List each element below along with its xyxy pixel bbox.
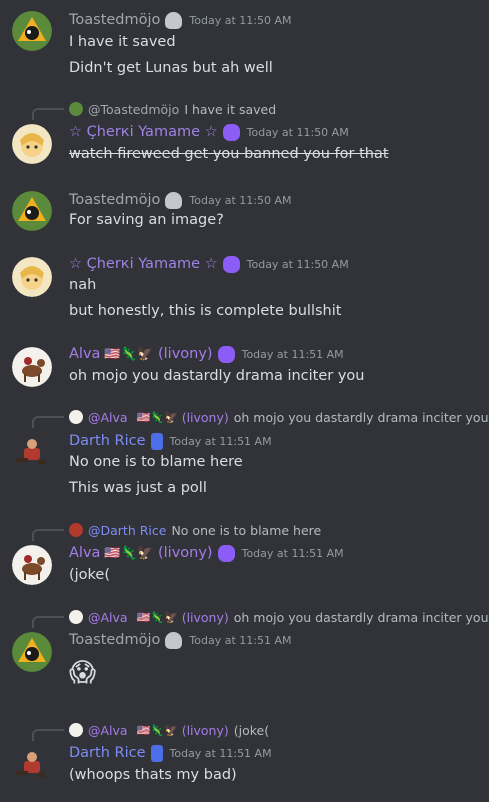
message-text: oh mojo you dastardly drama inciter you <box>69 368 365 384</box>
reply-avatar <box>69 523 83 537</box>
message-text: No one is to blame here <box>69 454 243 470</box>
avatar-darth-rice[interactable] <box>12 747 52 787</box>
flags-emoji: 🇺🇸🦎🦅 <box>136 723 178 737</box>
role-icon <box>222 123 240 141</box>
message-text: For saving an image? <box>69 212 224 228</box>
reply-avatar <box>69 102 83 116</box>
role-icon <box>165 631 183 649</box>
message-text: watch fireweed get you banned you for th… <box>69 146 389 162</box>
role-icon <box>165 191 183 209</box>
timestamp[interactable]: Today at 11:50 AM <box>247 258 349 271</box>
reply-text[interactable]: No one is to blame here <box>171 523 321 538</box>
username[interactable]: Darth Rice <box>69 433 146 449</box>
role-icon <box>150 432 163 450</box>
avatar-cherki[interactable] <box>12 124 52 164</box>
avatar-alva[interactable] <box>12 347 52 387</box>
message-text: This was just a poll <box>69 480 207 496</box>
timestamp[interactable]: Today at 11:51 AM <box>189 634 291 647</box>
reply-text[interactable]: oh mojo you dastardly drama inciter you <box>234 610 489 625</box>
username[interactable]: Darth Rice <box>69 745 146 761</box>
reply-spine <box>32 729 64 741</box>
message-text: I have it saved <box>69 34 176 50</box>
message-text: (whoops thats my bad) <box>69 767 237 783</box>
timestamp[interactable]: Today at 11:50 AM <box>247 126 349 139</box>
reply-preview[interactable]: @Darth Rice No one is to blame here <box>69 521 321 539</box>
reply-author-suffix[interactable]: (livony) <box>182 410 229 425</box>
username[interactable]: Toastedmöjo <box>69 192 160 208</box>
flags-emoji: 🇺🇸🦎🦅 <box>104 545 153 561</box>
reply-spine <box>32 108 64 120</box>
reply-preview[interactable]: @Alva 🇺🇸🦎🦅 (livony) (joke( <box>69 721 269 739</box>
message-text: but honestly, this is complete bullshit <box>69 303 342 319</box>
reply-text[interactable]: oh mojo you dastardly drama inciter you <box>234 410 489 425</box>
timestamp[interactable]: Today at 11:50 AM <box>189 14 291 27</box>
username[interactable]: Toastedmöjo <box>69 632 160 648</box>
role-icon <box>150 744 163 762</box>
reply-text[interactable]: I have it saved <box>184 102 276 117</box>
reply-author[interactable]: @Alva <box>88 410 128 425</box>
reply-preview[interactable]: @Toastedmöjo I have it saved <box>69 100 276 118</box>
reply-avatar <box>69 410 83 424</box>
timestamp[interactable]: Today at 11:50 AM <box>189 194 291 207</box>
username[interactable]: ☆ Çherкi Yamame ☆ <box>69 124 218 140</box>
username[interactable]: ☆ Çherкi Yamame ☆ <box>69 256 218 272</box>
reply-text[interactable]: (joke( <box>234 723 269 738</box>
username[interactable]: Alva <box>69 346 100 362</box>
role-icon <box>222 255 240 273</box>
emoji-message[interactable]: 😱 <box>69 658 96 688</box>
reply-spine <box>32 529 64 541</box>
avatar-toastedmojo[interactable] <box>12 11 52 51</box>
role-icon <box>217 345 235 363</box>
reply-avatar <box>69 610 83 624</box>
username-suffix[interactable]: (livony) <box>158 346 213 362</box>
message-text: (joke( <box>69 567 111 583</box>
avatar-cherki[interactable] <box>12 257 52 297</box>
reply-spine <box>32 416 64 428</box>
reply-preview[interactable]: @Alva 🇺🇸🦎🦅 (livony) oh mojo you dastardl… <box>69 608 489 626</box>
reply-author[interactable]: @Toastedmöjo <box>88 102 179 117</box>
avatar-darth-rice[interactable] <box>12 434 52 474</box>
timestamp[interactable]: Today at 11:51 AM <box>170 435 272 448</box>
flags-emoji: 🇺🇸🦎🦅 <box>104 346 153 362</box>
avatar-toastedmojo[interactable] <box>12 191 52 231</box>
username[interactable]: Toastedmöjo <box>69 12 160 28</box>
timestamp[interactable]: Today at 11:51 AM <box>242 547 344 560</box>
username-suffix[interactable]: (livony) <box>158 545 213 561</box>
reply-author-suffix[interactable]: (livony) <box>182 610 229 625</box>
reply-author[interactable]: @Alva <box>88 610 128 625</box>
username[interactable]: Alva <box>69 545 100 561</box>
avatar-alva[interactable] <box>12 545 52 585</box>
flags-emoji: 🇺🇸🦎🦅 <box>136 610 178 624</box>
message-text: Didn't get Lunas but ah well <box>69 60 273 76</box>
reply-avatar <box>69 723 83 737</box>
reply-author[interactable]: @Alva <box>88 723 128 738</box>
flags-emoji: 🇺🇸🦎🦅 <box>136 410 178 424</box>
timestamp[interactable]: Today at 11:51 AM <box>242 348 344 361</box>
reply-author[interactable]: @Darth Rice <box>88 523 166 538</box>
reply-author-suffix[interactable]: (livony) <box>182 723 229 738</box>
role-icon <box>165 11 183 29</box>
reply-preview[interactable]: @Alva 🇺🇸🦎🦅 (livony) oh mojo you dastardl… <box>69 408 489 426</box>
timestamp[interactable]: Today at 11:51 AM <box>170 747 272 760</box>
avatar-toastedmojo[interactable] <box>12 632 52 672</box>
role-icon <box>217 544 235 562</box>
message-text: nah <box>69 277 97 293</box>
reply-spine <box>32 616 64 628</box>
